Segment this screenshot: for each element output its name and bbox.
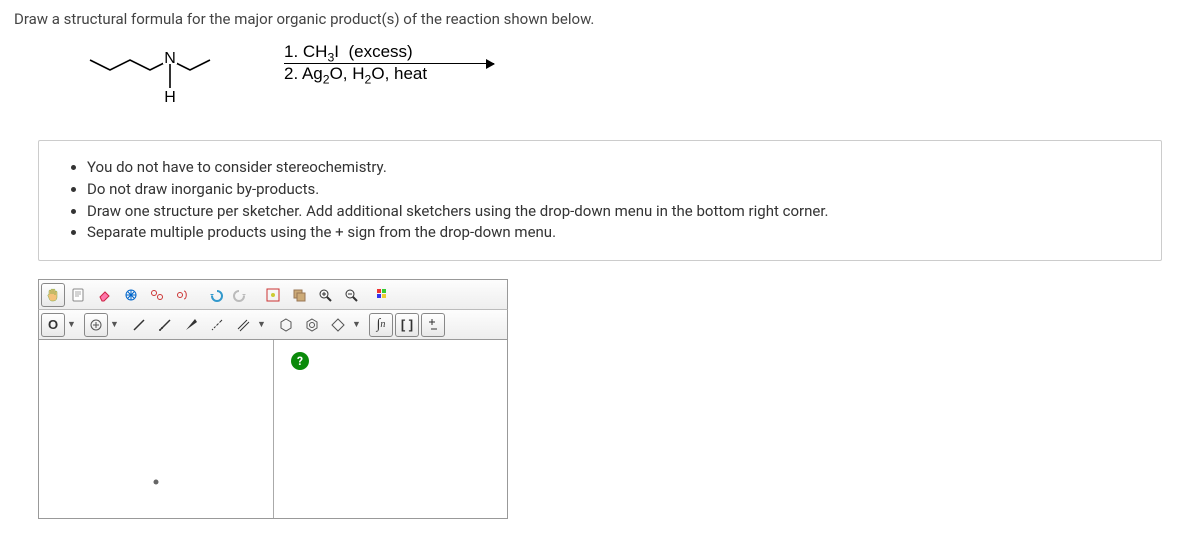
element-picker-button[interactable]: O (41, 313, 65, 337)
reaction-scheme: N N H 1. CH3I (excess) 2. Ag2O, H2O, hea… (84, 42, 1186, 112)
element-picker-dropdown-icon[interactable]: ▼ (67, 319, 76, 330)
canvas-origin-dot (154, 480, 159, 485)
sprout-bond-icon[interactable] (153, 313, 177, 337)
center-icon[interactable] (261, 283, 285, 307)
wedge-down-bond-icon[interactable] (205, 313, 229, 337)
instruction-item: Draw one structure per sketcher. Add add… (87, 201, 1141, 223)
erase-tool-icon[interactable] (93, 283, 117, 307)
sketcher-canvas[interactable]: ? (38, 339, 508, 519)
svg-text:H: H (164, 89, 176, 106)
zoom-out-icon[interactable] (339, 283, 363, 307)
svg-text:N: N (164, 50, 176, 67)
instructions-box: You do not have to consider stereochemis… (38, 140, 1162, 261)
instruction-item: You do not have to consider stereochemis… (87, 157, 1141, 179)
copy-icon[interactable] (287, 283, 311, 307)
help-button[interactable]: ? (291, 352, 309, 370)
question-text: Draw a structural formula for the major … (14, 10, 1186, 28)
color-tool-icon[interactable] (371, 283, 395, 307)
hand-tool-icon[interactable] (41, 283, 65, 307)
bracket-tool-button[interactable]: [ ] (395, 313, 419, 337)
reactant-structure: N N H (84, 42, 244, 112)
bond-dropdown-icon[interactable]: ▼ (257, 319, 266, 330)
single-bond-icon[interactable] (127, 313, 151, 337)
sketcher-panel-1[interactable] (39, 340, 274, 518)
ring-dropdown-icon[interactable]: ▼ (352, 319, 361, 330)
ring-hex-icon[interactable] (326, 313, 350, 337)
add-tool-dropdown-icon[interactable]: ▼ (110, 319, 119, 330)
ring-plain-icon[interactable] (274, 313, 298, 337)
sketcher-toolbar-row-1 (38, 279, 508, 309)
reagent-line-2: 2. Ag2O, H2O, heat (284, 64, 427, 84)
charge-tool-icon[interactable] (421, 313, 445, 337)
move-tool-icon[interactable] (119, 283, 143, 307)
ring-aromatic-icon[interactable] (300, 313, 324, 337)
add-tool-icon[interactable] (84, 313, 108, 337)
structure-sketcher[interactable]: O ▼ ▼ ▼ ▼ (38, 279, 508, 519)
reagent-line-1: 1. CH3I (excess) (284, 42, 413, 62)
zoom-in-icon[interactable] (313, 283, 337, 307)
subscript-tool-button[interactable]: ∫n (369, 313, 393, 337)
lasso-cut-icon[interactable] (171, 283, 195, 307)
lasso-pair-icon[interactable] (145, 283, 169, 307)
reaction-arrow (284, 63, 494, 64)
multi-bond-icon[interactable] (231, 313, 255, 337)
select-tool-icon[interactable] (67, 283, 91, 307)
instruction-item: Separate multiple products using the + s… (87, 222, 1141, 244)
redo-icon[interactable] (229, 283, 253, 307)
reagent-block: 1. CH3I (excess) 2. Ag2O, H2O, heat (284, 42, 494, 84)
wedge-up-bond-icon[interactable] (179, 313, 203, 337)
sketcher-toolbar-row-2: O ▼ ▼ ▼ ▼ (38, 309, 508, 339)
undo-icon[interactable] (203, 283, 227, 307)
instruction-item: Do not draw inorganic by-products. (87, 179, 1141, 201)
